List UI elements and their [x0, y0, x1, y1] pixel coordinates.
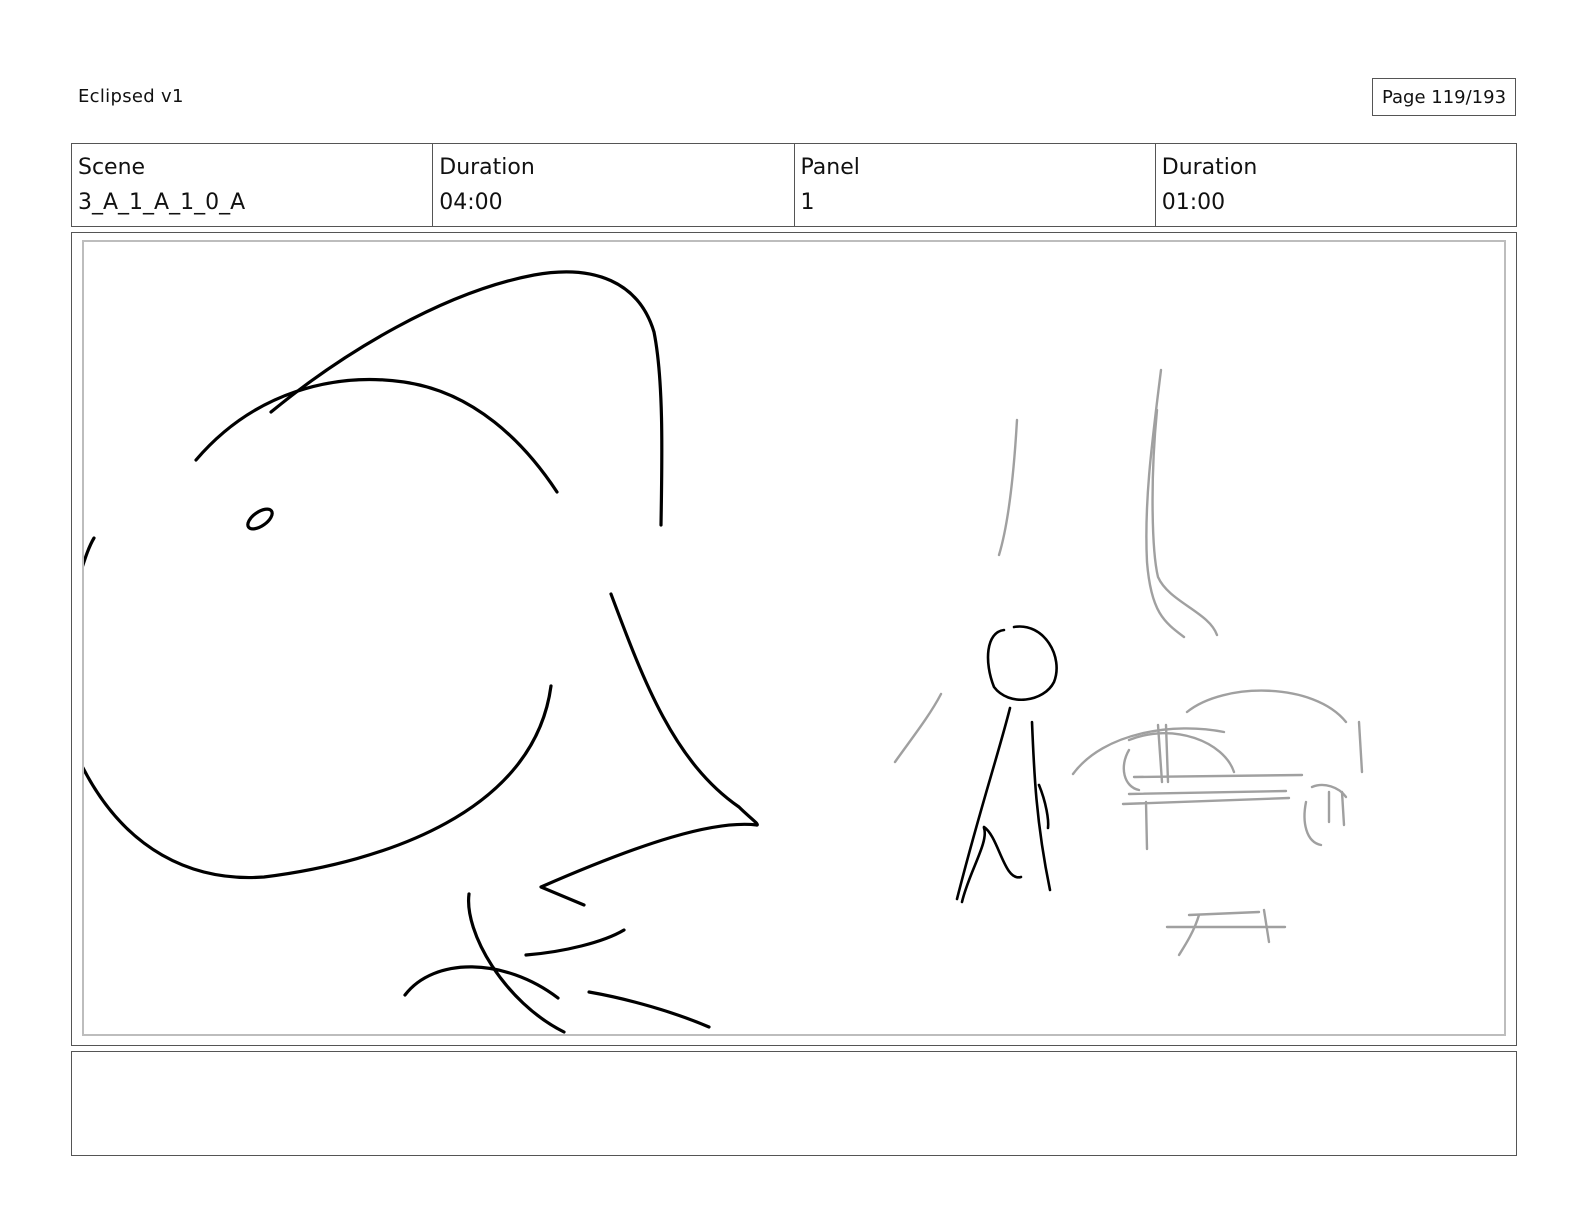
- panel-duration-label: Duration: [1161, 155, 1258, 180]
- panel-label: Panel: [800, 155, 860, 180]
- project-title: Eclipsed v1: [78, 86, 184, 107]
- panel-notes-box: [71, 1051, 1517, 1156]
- page-number-badge: Page 119/193: [1372, 78, 1516, 116]
- storyboard-panel-image: [82, 240, 1506, 1036]
- scene-duration-cell: Duration 04:00: [433, 144, 795, 226]
- scene-value: 3_A_1_A_1_0_A: [78, 190, 246, 215]
- panel-duration-cell: Duration 01:00: [1156, 144, 1516, 226]
- scene-duration-label: Duration: [439, 155, 535, 180]
- scene-cell: Scene 3_A_1_A_1_0_A: [72, 144, 434, 226]
- foreground-creature-sketch: [84, 270, 759, 1034]
- scene-label: Scene: [78, 155, 146, 180]
- panel-duration-value: 01:00: [1161, 190, 1226, 215]
- panel-cell: Panel 1: [795, 144, 1156, 226]
- stick-figure-sketch: [955, 625, 1058, 904]
- panel-value: 1: [800, 190, 815, 215]
- storyboard-panel-frame: [71, 232, 1517, 1046]
- panel-info-table: Scene 3_A_1_A_1_0_A Duration 04:00 Panel…: [71, 143, 1517, 227]
- storyboard-sketch: [84, 270, 1364, 1034]
- scene-duration-value: 04:00: [439, 190, 503, 215]
